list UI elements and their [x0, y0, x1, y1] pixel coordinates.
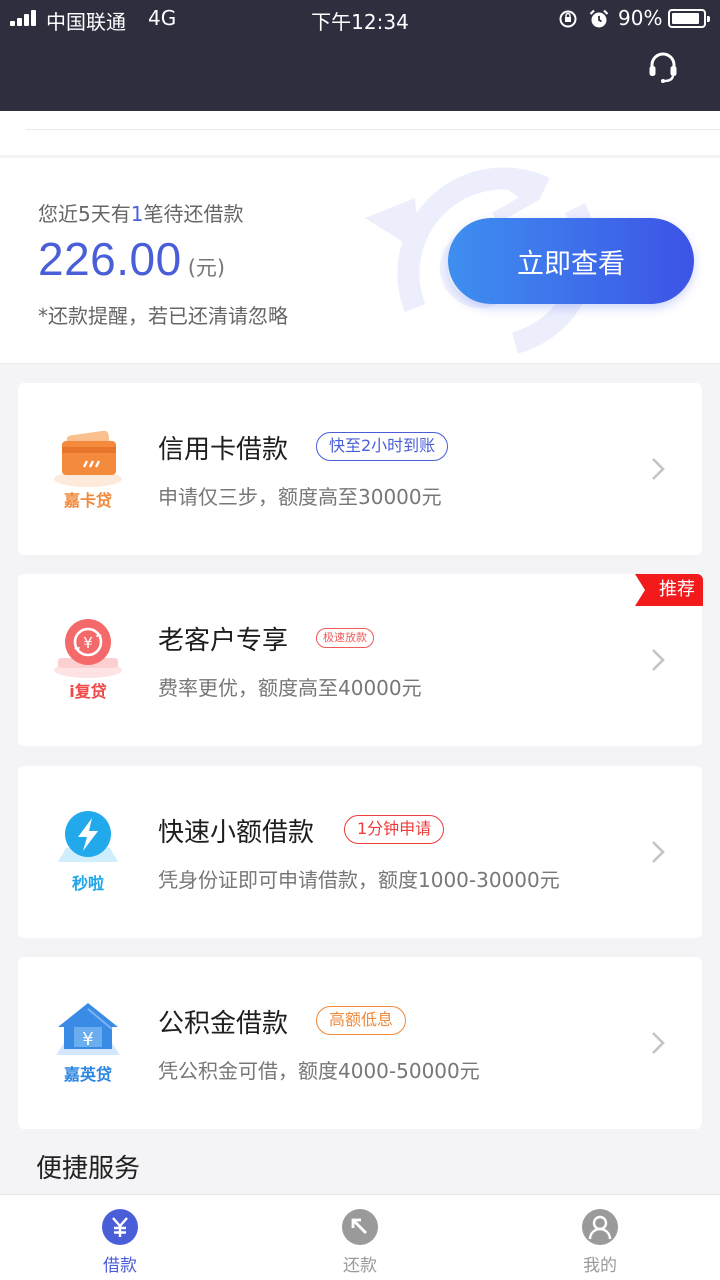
- house-yuan-icon: ¥: [56, 1003, 120, 1055]
- product-title: 老客户专享: [158, 626, 289, 656]
- product-desc: 凭公积金可借，额度4000-50000元: [158, 1059, 480, 1083]
- svg-text:¥: ¥: [83, 634, 93, 652]
- battery-icon: [668, 9, 710, 28]
- product-desc: 申请仅三步，额度高至30000元: [158, 485, 442, 509]
- tab-label: 我的: [583, 1256, 617, 1276]
- product-logo: ¥ 嘉英贷: [54, 1001, 122, 1089]
- brand-name: 嘉卡贷: [63, 491, 112, 510]
- tab-borrow[interactable]: 借款: [0, 1195, 240, 1280]
- product-title: 快速小额借款: [158, 818, 315, 848]
- product-logo: ¥ i复贷: [54, 618, 122, 706]
- tab-label: 还款: [343, 1256, 377, 1276]
- product-card-housing-fund-loan[interactable]: ¥ 嘉英贷 公积金借款 高额低息 凭公积金可借，额度4000-50000元: [18, 957, 702, 1129]
- amount-row: 226.00 (元): [38, 232, 225, 292]
- product-logo: 秒啦: [54, 810, 122, 898]
- pending-count: 1: [130, 202, 144, 226]
- repayment-reminder-card: 您近5天有1笔待还借款 226.00 (元) *还款提醒，若已还清请忽略 立即查看: [0, 158, 720, 364]
- svg-text:¥: ¥: [82, 1029, 93, 1050]
- product-card-returning-customer[interactable]: ¥ i复贷 老客户专享 极速放款 费率更优，额度高至40000元 推荐: [18, 574, 703, 746]
- product-tag: 极速放款: [316, 628, 374, 648]
- user-icon: [582, 1209, 618, 1245]
- tab-mine[interactable]: 我的: [480, 1195, 720, 1280]
- status-bar: 中国联通 4G 下午12:34 90%: [0, 0, 720, 38]
- reminder-note: *还款提醒，若已还清请忽略: [38, 304, 288, 328]
- divider: [26, 129, 720, 130]
- chevron-right-icon: [652, 1032, 665, 1054]
- headset-icon[interactable]: [646, 50, 680, 84]
- tab-label: 借款: [103, 1256, 137, 1276]
- product-title: 公积金借款: [158, 1009, 289, 1039]
- bottom-tab-bar: 借款 还款 我的: [0, 1194, 720, 1280]
- chevron-right-icon: [652, 649, 665, 671]
- product-tag: 高额低息: [316, 1006, 407, 1035]
- recommend-ribbon: 推荐: [635, 574, 703, 606]
- brand-name: 嘉英贷: [63, 1065, 112, 1084]
- chevron-right-icon: [652, 841, 665, 863]
- tab-repay[interactable]: 还款: [240, 1195, 480, 1280]
- reminder-text: 您近5天有1笔待还借款: [38, 202, 244, 226]
- alarm-icon: [589, 9, 609, 28]
- status-time: 下午12:34: [311, 10, 409, 34]
- amount-unit: (元): [187, 256, 226, 280]
- product-logo: 嘉卡贷: [54, 427, 122, 515]
- product-desc: 凭身份证即可申请借款，额度1000-30000元: [158, 868, 560, 892]
- yuan-icon: [102, 1209, 138, 1245]
- header-strip: [0, 111, 720, 155]
- view-now-button[interactable]: 立即查看: [448, 218, 694, 304]
- rotation-lock-icon: [559, 10, 577, 28]
- product-desc: 费率更优，额度高至40000元: [158, 676, 422, 700]
- lightning-icon: [58, 811, 118, 862]
- battery-level-fill: [672, 13, 699, 24]
- yuan-cycle-icon: ¥: [54, 619, 122, 678]
- product-tag: 快至2小时到账: [316, 432, 449, 461]
- product-title: 信用卡借款: [158, 435, 289, 465]
- product-tag: 1分钟申请: [344, 815, 445, 844]
- product-card-quick-small-loan[interactable]: 秒啦 快速小额借款 1分钟申请 凭身份证即可申请借款，额度1000-30000元: [18, 766, 702, 938]
- return-arrow-icon: [342, 1209, 378, 1245]
- brand-name: 秒啦: [71, 874, 104, 893]
- battery-percent: 90%: [618, 6, 663, 30]
- brand-name: i复贷: [69, 682, 107, 701]
- product-card-credit-card-loan[interactable]: 嘉卡贷 信用卡借款 快至2小时到账 申请仅三步，额度高至30000元: [18, 383, 702, 555]
- pending-amount: 226.00: [38, 233, 182, 285]
- top-header: 中国联通 4G 下午12:34 90%: [0, 0, 720, 111]
- credit-card-icon: [54, 430, 122, 487]
- section-title-convenient-services: 便捷服务: [36, 1154, 141, 1184]
- chevron-right-icon: [652, 458, 665, 480]
